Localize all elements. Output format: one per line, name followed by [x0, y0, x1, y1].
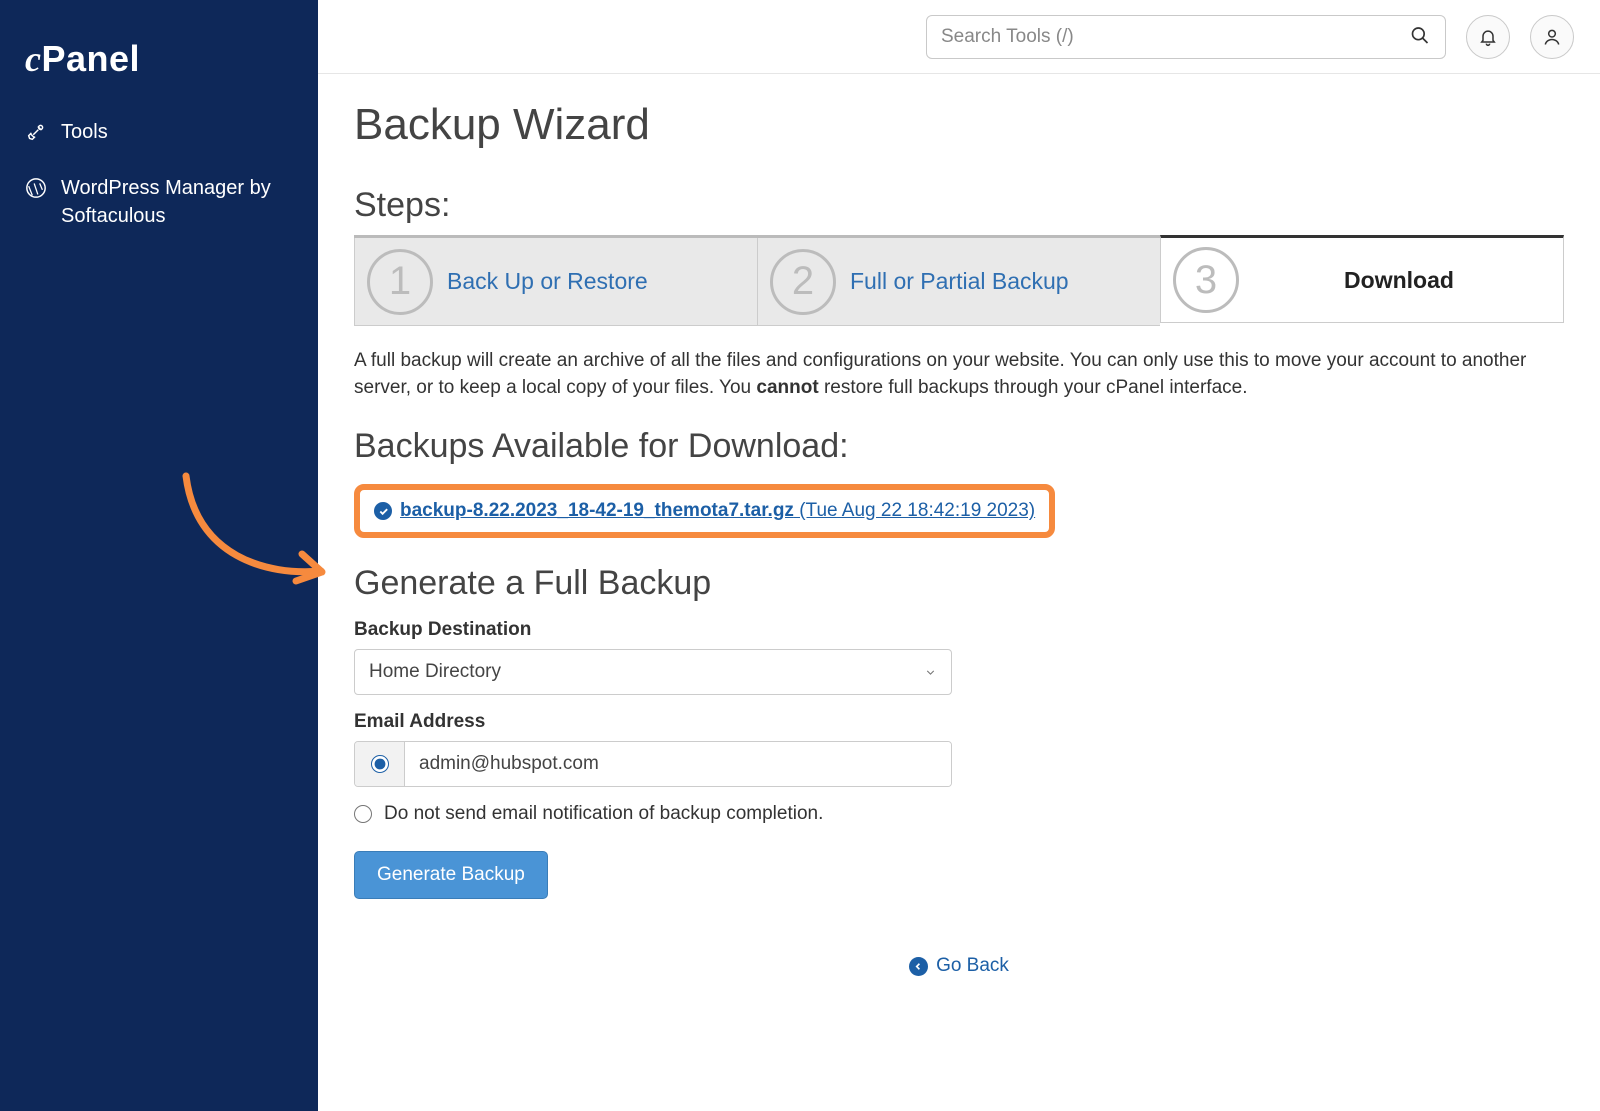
wordpress-icon — [25, 177, 47, 199]
sidebar-item-tools[interactable]: Tools — [25, 118, 293, 146]
step-2[interactable]: 2 Full or Partial Backup — [757, 238, 1160, 326]
search-wrap — [926, 15, 1446, 59]
description: A full backup will create an archive of … — [354, 348, 1564, 401]
available-heading: Backups Available for Download: — [354, 427, 1564, 466]
brand-logo: cPanel — [25, 38, 293, 80]
destination-select[interactable]: Home Directory — [354, 649, 952, 695]
step-1[interactable]: 1 Back Up or Restore — [354, 238, 757, 326]
notifications-button[interactable] — [1466, 15, 1510, 59]
backup-download-link[interactable]: backup-8.22.2023_18-42-19_themota7.tar.g… — [374, 500, 1035, 522]
steps-heading: Steps: — [354, 186, 1564, 225]
no-email-label: Do not send email notification of backup… — [384, 803, 823, 825]
sidebar: cPanel Tools WordPress Manager by So — [0, 0, 318, 1111]
step-number: 3 — [1173, 247, 1239, 313]
sidebar-item-label: Tools — [61, 118, 108, 146]
step-3[interactable]: 3 Download — [1160, 235, 1564, 323]
page-title: Backup Wizard — [354, 100, 1564, 150]
highlight-box: backup-8.22.2023_18-42-19_themota7.tar.g… — [354, 484, 1055, 538]
step-label: Full or Partial Backup — [850, 268, 1069, 295]
search-icon — [1410, 25, 1430, 45]
destination-value: Home Directory — [369, 661, 501, 683]
go-back: Go Back — [354, 955, 1564, 977]
arrow-left-circle-icon — [909, 957, 928, 976]
destination-label: Backup Destination — [354, 619, 1564, 641]
account-button[interactable] — [1530, 15, 1574, 59]
search-button[interactable] — [1406, 21, 1434, 52]
step-label: Download — [1243, 267, 1555, 294]
step-number: 2 — [770, 249, 836, 315]
generate-heading: Generate a Full Backup — [354, 564, 1564, 603]
email-input[interactable] — [405, 742, 951, 786]
step-label: Back Up or Restore — [447, 268, 648, 295]
email-row — [354, 741, 952, 787]
email-radio-cell — [355, 742, 405, 786]
generate-backup-button[interactable]: Generate Backup — [354, 851, 548, 899]
content: Backup Wizard Steps: 1 Back Up or Restor… — [318, 74, 1600, 1111]
search-input[interactable] — [926, 15, 1446, 59]
check-circle-icon — [374, 502, 392, 520]
chevron-down-icon — [924, 666, 937, 679]
wrench-icon — [25, 121, 47, 143]
no-email-row[interactable]: Do not send email notification of backup… — [354, 803, 1564, 825]
step-number: 1 — [367, 249, 433, 315]
bell-icon — [1478, 27, 1498, 47]
topbar — [318, 0, 1600, 74]
sidebar-item-label: WordPress Manager by Softaculous — [61, 174, 293, 230]
sidebar-item-wordpress[interactable]: WordPress Manager by Softaculous — [25, 174, 293, 230]
no-email-radio[interactable] — [354, 805, 372, 823]
email-notify-radio[interactable] — [371, 755, 389, 773]
go-back-link[interactable]: Go Back — [909, 955, 1009, 977]
steps-tabs: 1 Back Up or Restore 2 Full or Partial B… — [354, 235, 1564, 326]
user-icon — [1542, 27, 1562, 47]
email-label: Email Address — [354, 711, 1564, 733]
